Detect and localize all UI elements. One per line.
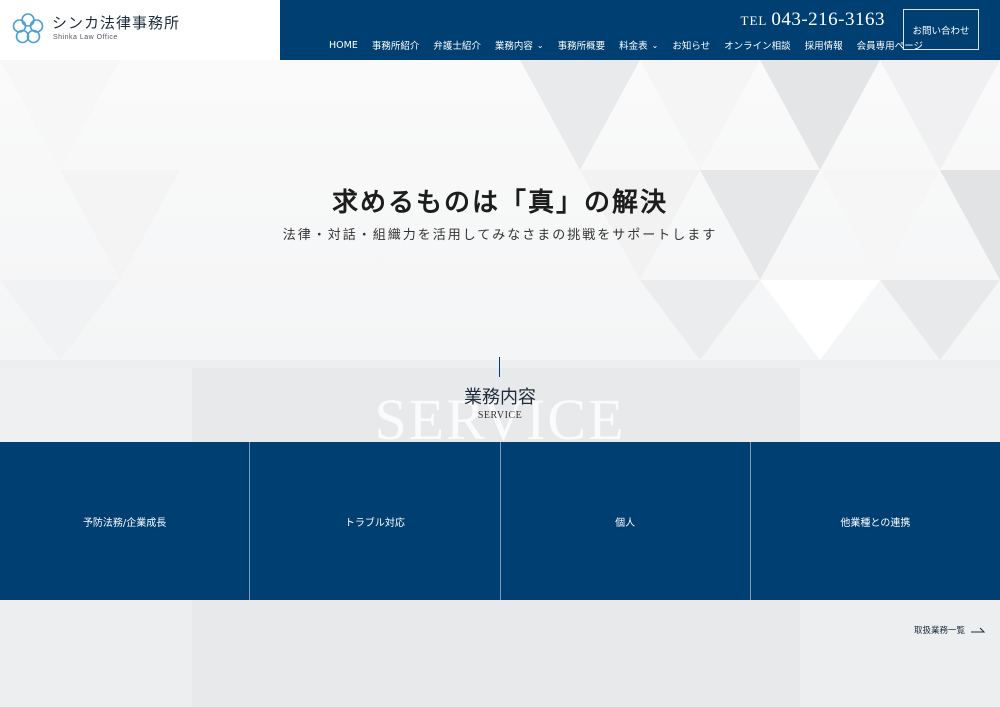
nav-item-online-consult[interactable]: オンライン相談 xyxy=(724,38,791,52)
nav-item-label: オンライン相談 xyxy=(724,41,791,52)
nav-item-label: お知らせ xyxy=(672,41,711,52)
nav-item-office-intro[interactable]: 事務所紹介 xyxy=(372,38,420,52)
nav-item-overview[interactable]: 事務所概要 xyxy=(558,38,606,52)
service-card-collaboration[interactable]: 他業種との連携 xyxy=(750,442,1000,600)
chevron-down-icon: ⌄ xyxy=(536,40,544,50)
card-label: 個人 xyxy=(615,517,636,529)
tel-number: 043-216-3163 xyxy=(771,9,885,30)
nav-item-label: 業務内容 xyxy=(494,41,533,52)
section-divider-line xyxy=(499,357,500,377)
hero-subtitle: 法律・対話・組織力を活用してみなさまの挑戦をサポートします xyxy=(282,228,718,243)
hero-title: 求めるものは「真」の解決 xyxy=(331,188,668,218)
service-card-individual[interactable]: 個人 xyxy=(500,442,751,600)
nav-item-label: 料金表 xyxy=(619,41,648,52)
nav-item-news[interactable]: お知らせ xyxy=(672,38,710,52)
services-list-link[interactable]: 取扱業務一覧 xyxy=(914,624,986,636)
logo-text: シンカ法律事務所 xyxy=(52,14,181,32)
main-nav: HOME 事務所紹介 弁護士紹介 業務内容 ⌄ 事務所概要 料金表 ⌄ お知らせ オ… xyxy=(329,38,937,53)
arrow-right-icon xyxy=(971,627,986,633)
contact-button[interactable]: お問い合わせ xyxy=(903,9,979,50)
nav-item-label: 事務所紹介 xyxy=(371,41,420,52)
nav-item-home[interactable]: HOME xyxy=(329,38,358,52)
logo-area[interactable]: シンカ法律事務所 Shinka Law Office xyxy=(0,0,280,60)
card-label: 予防法務/企業成長 xyxy=(82,517,167,529)
chevron-down-icon: ⌄ xyxy=(651,40,659,50)
nav-item-recruit[interactable]: 採用情報 xyxy=(805,38,843,52)
service-cards: 予防法務/企業成長 トラブル対応 個人 他業種との連携 xyxy=(0,442,1000,600)
hero-section: 求めるものは「真」の解決 法律・対話・組織力を活用してみなさまの挑戦をサポートし… xyxy=(0,60,1000,360)
phone-number[interactable]: TEL 043-216-3163 xyxy=(741,9,885,31)
tel-label: TEL xyxy=(740,13,768,28)
navbar: TEL 043-216-3163 HOME 事務所紹介 弁護士紹介 業務内容 ⌄ 事… xyxy=(280,0,1000,60)
nav-item-label: HOME xyxy=(329,39,358,51)
nav-item-fees[interactable]: 料金表 ⌄ xyxy=(619,38,659,53)
service-card-corporate[interactable]: 予防法務/企業成長 xyxy=(0,442,251,600)
service-card-trouble[interactable]: トラブル対応 xyxy=(250,442,501,600)
nav-item-label: 採用情報 xyxy=(804,41,843,52)
nav-item-services[interactable]: 業務内容 ⌄ xyxy=(494,38,544,53)
section-title: 業務内容 xyxy=(464,387,536,408)
lower-band xyxy=(0,600,1000,707)
more-link-label: 取扱業務一覧 xyxy=(914,626,966,636)
nav-item-label: 事務所概要 xyxy=(557,41,606,52)
nav-item-lawyers[interactable]: 弁護士紹介 xyxy=(433,38,481,52)
section-subtitle: SERVICE xyxy=(477,410,523,421)
nav-item-label: 弁護士紹介 xyxy=(433,41,481,52)
card-label: 他業種との連携 xyxy=(840,517,911,529)
card-label: トラブル対応 xyxy=(344,517,405,529)
flower-logo-icon xyxy=(12,13,44,44)
logo-subtext: Shinka Law Office xyxy=(53,34,118,41)
